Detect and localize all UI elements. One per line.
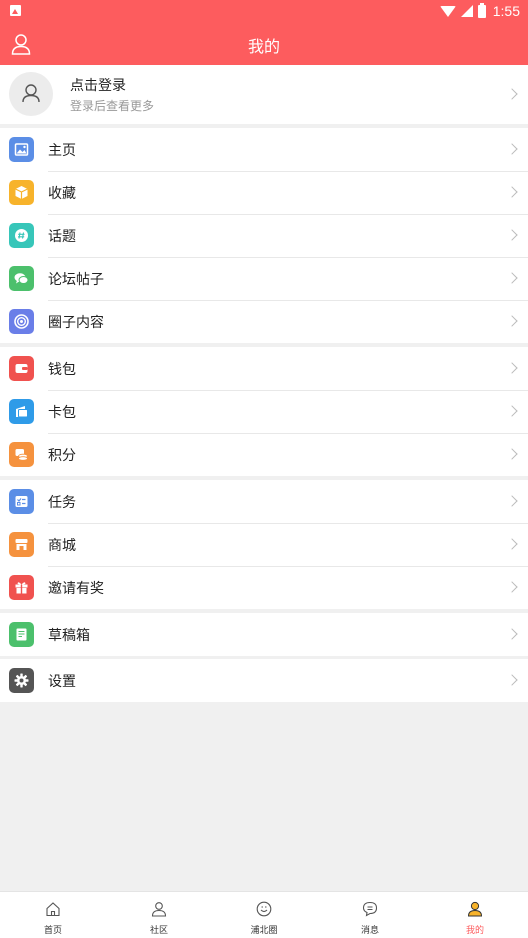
menu-item-label: 卡包 (48, 405, 76, 421)
chevron-right-icon (506, 405, 518, 417)
login-card[interactable]: 点击登录 登录后查看更多 (0, 65, 528, 124)
tab-me[interactable]: 我的 (422, 892, 528, 938)
signal-icon (460, 5, 473, 17)
target-icon (9, 309, 34, 334)
draft-icon (9, 622, 34, 647)
box-icon (9, 180, 34, 205)
tab-pubei-circle[interactable]: 浦北圈 (211, 892, 317, 938)
task-icon (9, 489, 34, 514)
menu-item-label: 话题 (48, 229, 76, 245)
tab-label: 社区 (149, 926, 168, 936)
menu-item-invite[interactable]: 邀请有奖 (0, 566, 528, 609)
menu-item-card-bag[interactable]: 卡包 (0, 390, 528, 433)
status-time: 1:55 (492, 3, 520, 19)
chevron-right-icon (506, 229, 518, 241)
menu-item-label: 商城 (48, 538, 76, 554)
chevron-right-icon (506, 186, 518, 198)
wallet-icon (9, 356, 34, 381)
menu-item-label: 任务 (48, 495, 76, 511)
menu-item-settings[interactable]: 设置 (0, 659, 528, 702)
menu-group-activities: 任务 商城 邀请有奖 (0, 480, 528, 609)
chevron-right-icon (506, 538, 518, 550)
menu-item-label: 收藏 (48, 186, 76, 202)
tab-community[interactable]: 社区 (106, 892, 212, 938)
menu-item-topics[interactable]: 话题 (0, 214, 528, 257)
chevron-right-icon (506, 495, 518, 507)
battery-icon (477, 2, 486, 18)
notification-image-icon (10, 5, 21, 16)
menu-item-label: 积分 (48, 448, 76, 464)
chevron-right-icon (506, 143, 518, 155)
coins-icon (9, 442, 34, 467)
home-icon (46, 902, 60, 917)
tab-label: 消息 (360, 926, 379, 936)
smile-circle-icon (256, 901, 272, 917)
tab-label: 浦北圈 (250, 926, 278, 936)
me-icon (467, 901, 483, 917)
tab-label: 我的 (465, 926, 484, 936)
tab-home[interactable]: 首页 (0, 892, 106, 938)
menu-item-label: 设置 (48, 674, 76, 690)
menu-item-mall[interactable]: 商城 (0, 523, 528, 566)
chevron-right-icon (506, 362, 518, 374)
chevron-right-icon (506, 448, 518, 460)
card-icon (9, 399, 34, 424)
chevron-right-icon (506, 674, 518, 686)
wifi-icon (439, 5, 456, 17)
person-icon (151, 902, 167, 917)
chevron-right-icon (506, 272, 518, 284)
menu-item-label: 邀请有奖 (48, 581, 104, 597)
menu-item-circle-content[interactable]: 圈子内容 (0, 300, 528, 343)
store-icon (9, 532, 34, 557)
message-icon (362, 901, 378, 917)
chevron-right-icon (506, 628, 518, 640)
page-title: 我的 (247, 37, 280, 56)
menu-item-label: 圈子内容 (48, 315, 104, 331)
app-header: 我的 (0, 22, 528, 65)
menu-item-wallet[interactable]: 钱包 (0, 347, 528, 390)
bottom-tab-bar: 首页 社区 浦北圈 消息 我的 (0, 891, 528, 938)
menu-item-label: 论坛帖子 (48, 272, 104, 288)
chevron-right-icon (506, 88, 518, 100)
menu-item-homepage[interactable]: 主页 (0, 128, 528, 171)
gear-icon (9, 668, 34, 693)
tab-label: 首页 (43, 926, 62, 936)
image-icon (9, 137, 34, 162)
menu-item-favorites[interactable]: 收藏 (0, 171, 528, 214)
menu-item-forum-posts[interactable]: 论坛帖子 (0, 257, 528, 300)
login-title: 点击登录 (70, 78, 126, 94)
menu-item-label: 草稿箱 (48, 628, 90, 644)
gift-icon (9, 575, 34, 600)
menu-item-tasks[interactable]: 任务 (0, 480, 528, 523)
chat-icon (9, 266, 34, 291)
menu-item-label: 钱包 (48, 362, 76, 378)
menu-group-finance: 钱包 卡包 积分 (0, 347, 528, 476)
tab-messages[interactable]: 消息 (317, 892, 423, 938)
menu-item-label: 主页 (48, 143, 76, 159)
menu-item-points[interactable]: 积分 (0, 433, 528, 476)
avatar-person-icon (22, 84, 40, 103)
menu-group-content: 主页 收藏 话题 论坛帖子 圈子内容 (0, 128, 528, 343)
status-bar: 1:55 (0, 0, 528, 22)
menu-group-drafts: 草稿箱 (0, 613, 528, 656)
menu-item-drafts[interactable]: 草稿箱 (0, 613, 528, 656)
avatar (9, 72, 53, 116)
chevron-right-icon (506, 581, 518, 593)
login-subtitle: 登录后查看更多 (70, 99, 155, 113)
menu-group-settings: 设置 (0, 659, 528, 702)
chevron-right-icon (506, 315, 518, 327)
hash-icon (9, 223, 34, 248)
